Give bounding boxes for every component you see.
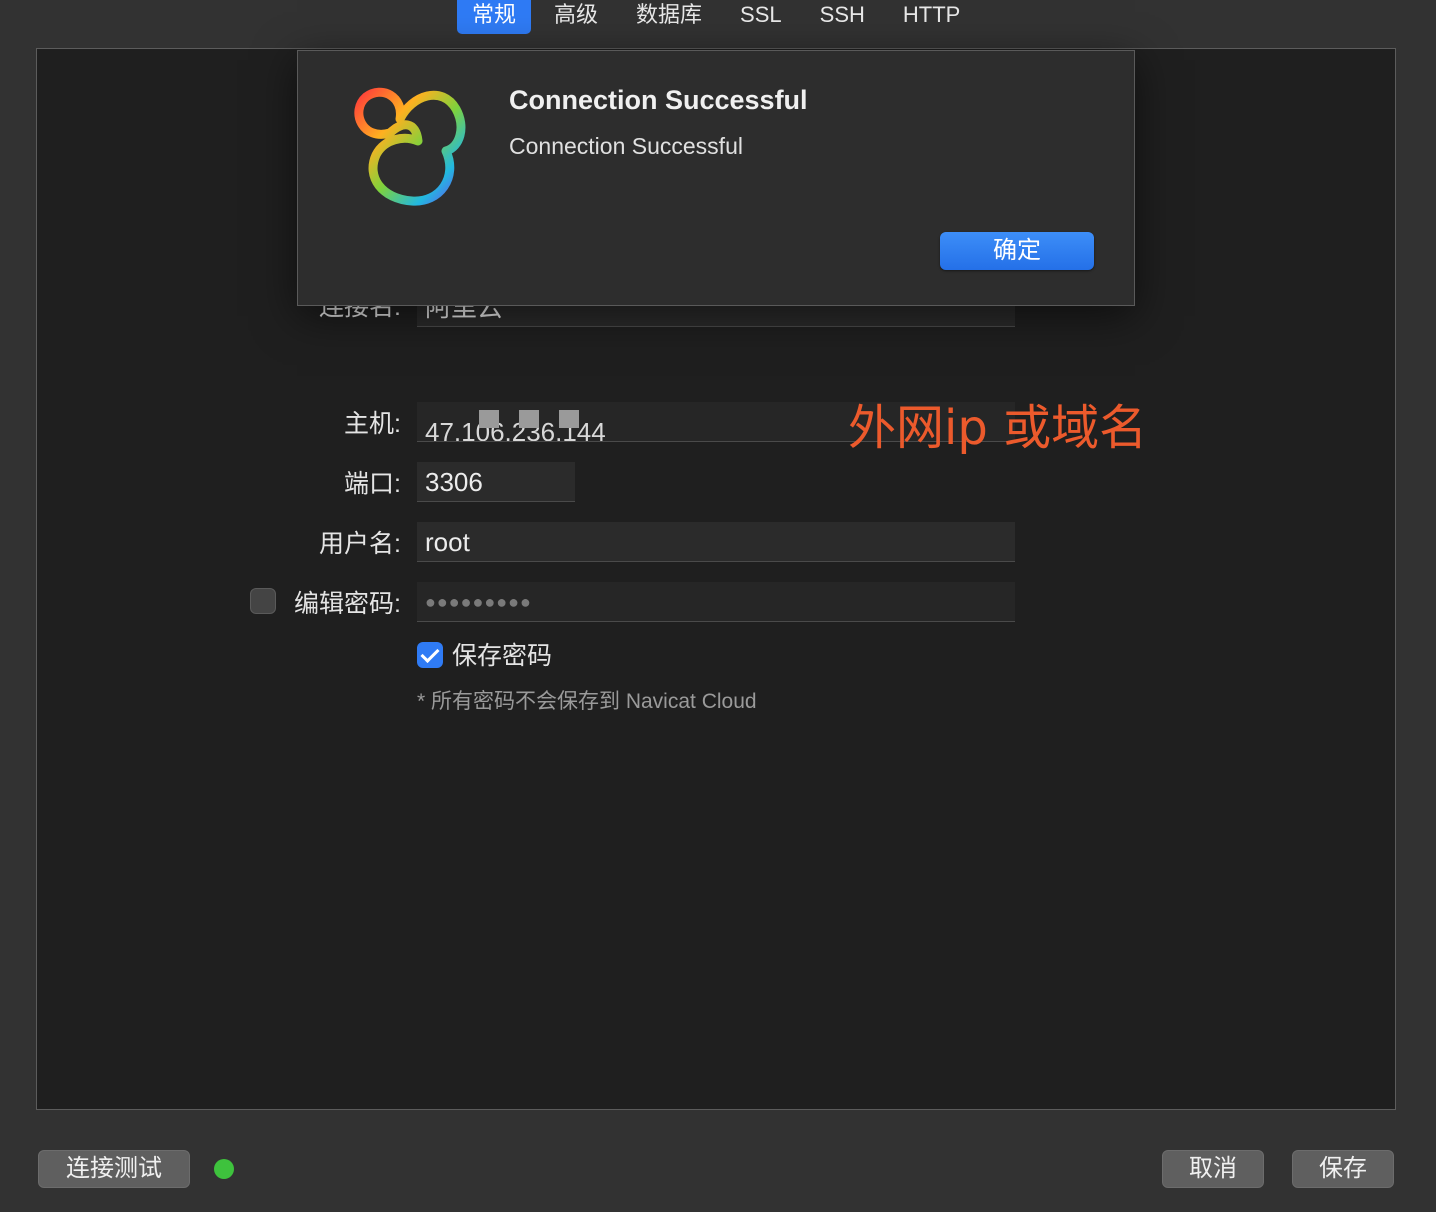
host-annotation: 外网ip 或域名: [848, 400, 1148, 456]
ok-button[interactable]: 确定: [940, 232, 1094, 270]
tab-general[interactable]: 常规: [457, 0, 532, 34]
dialog-message: Connection Successful: [509, 133, 743, 159]
navicat-logo-icon: [354, 87, 466, 206]
dialog-title: Connection Successful: [509, 85, 808, 115]
edit-password-checkbox[interactable]: [250, 588, 276, 614]
test-connection-button[interactable]: 连接测试: [38, 1150, 190, 1188]
cloud-note: * 所有密码不会保存到 Navicat Cloud: [417, 690, 757, 713]
save-password-checkbox[interactable]: [417, 642, 443, 668]
tab-http[interactable]: HTTP: [888, 0, 975, 34]
redaction-mark: [519, 410, 539, 428]
tab-list: 常规 高级 数据库 SSL SSH HTTP: [457, 0, 983, 34]
cancel-button[interactable]: 取消: [1162, 1150, 1264, 1188]
redaction-mark: [559, 410, 579, 428]
tab-databases[interactable]: 数据库: [621, 0, 717, 34]
port-field[interactable]: 3306: [417, 462, 575, 502]
tab-ssh[interactable]: SSH: [805, 0, 880, 34]
connection-status-indicator: [214, 1159, 234, 1179]
tab-advanced[interactable]: 高级: [539, 0, 613, 34]
connection-success-dialog: Connection Successful Connection Success…: [297, 50, 1135, 306]
username-field[interactable]: root: [417, 522, 1015, 562]
tab-bar: 常规 高级 数据库 SSL SSH HTTP: [0, 0, 1436, 48]
username-label: 用户名:: [319, 530, 401, 558]
password-field[interactable]: ●●●●●●●●●: [417, 582, 1015, 622]
tab-ssl[interactable]: SSL: [725, 0, 797, 34]
host-label: 主机:: [344, 410, 401, 438]
port-label: 端口:: [344, 470, 401, 498]
save-password-label: 保存密码: [452, 642, 553, 670]
save-button[interactable]: 保存: [1292, 1150, 1394, 1188]
redaction-mark: [479, 410, 499, 428]
edit-password-label: 编辑密码:: [294, 590, 401, 618]
